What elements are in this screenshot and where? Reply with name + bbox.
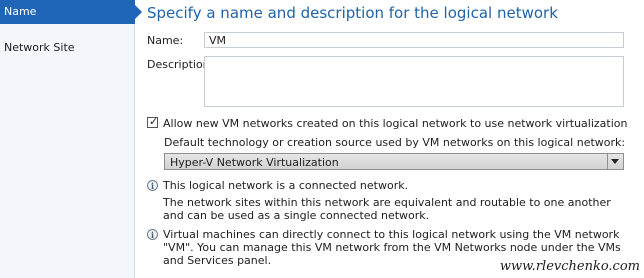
dropdown-button[interactable] <box>607 154 623 169</box>
technology-dropdown[interactable]: Hyper-V Network Virtualization <box>164 153 624 170</box>
name-field[interactable] <box>204 32 624 48</box>
sidebar-item-name[interactable]: Name <box>0 0 142 24</box>
sidebar-item-label: Name <box>4 5 37 18</box>
name-label: Name: <box>147 34 184 47</box>
allow-virtualization-label: Allow new VM networks created on this lo… <box>163 117 628 130</box>
technology-dropdown-value: Hyper-V Network Virtualization <box>170 156 339 169</box>
allow-virtualization-checkbox[interactable]: ✓ <box>147 115 159 128</box>
connected-network-info: This logical network is a connected netw… <box>163 179 409 192</box>
active-indicator-arrow <box>135 5 142 19</box>
info-icon: i <box>147 180 158 191</box>
default-technology-label: Default technology or creation source us… <box>164 136 626 149</box>
network-sites-info: The network sites within this network ar… <box>163 196 611 222</box>
info-icon: i <box>147 229 158 240</box>
wizard-sidebar: Name Network Site <box>0 0 142 278</box>
sidebar-item-network-site[interactable]: Network Site <box>0 36 134 60</box>
chevron-down-icon <box>611 159 619 164</box>
sidebar-item-label: Network Site <box>4 41 75 54</box>
checkmark-icon: ✓ <box>149 115 159 128</box>
description-field[interactable] <box>204 56 624 107</box>
page-title: Specify a name and description for the l… <box>147 4 558 22</box>
watermark: www.rlevchenko.com <box>499 259 640 274</box>
wizard-page: Specify a name and description for the l… <box>145 0 644 278</box>
